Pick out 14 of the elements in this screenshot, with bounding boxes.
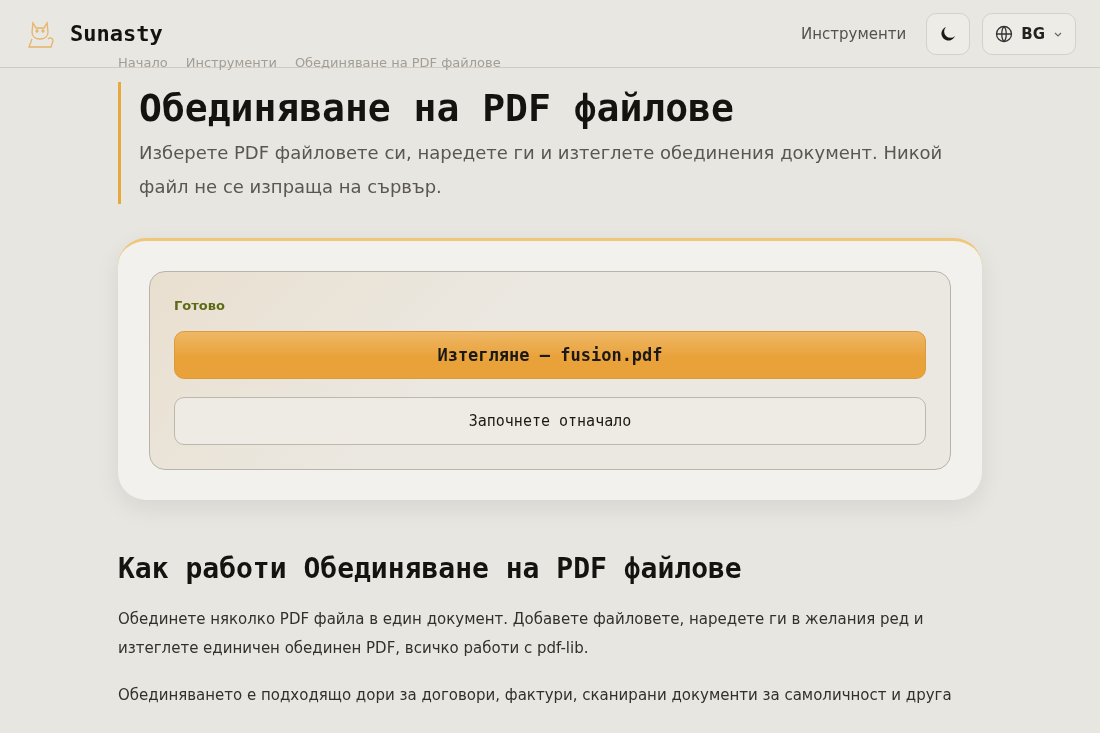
moon-icon	[940, 25, 957, 42]
page-title: Обединяване на PDF файлове	[139, 85, 735, 132]
page-subtitle: Изберете PDF файловете си, наредете ги и изтеглете обединения документ. Никой файл не се изпраща на сървър.	[139, 141, 944, 199]
nav-link[interactable]: Инструменти	[801, 24, 907, 43]
status-text: Готово	[174, 298, 226, 313]
body-paragraph: Обединете няколко PDF файла в един документ. Добавете файловете, наредете ги в желания ред и изтеглете единичен обединен PDF, всичко работи с pdf-lib.	[118, 609, 925, 659]
theme-toggle-button[interactable]	[926, 12, 971, 55]
restart-button[interactable]: Започнете отначало	[174, 397, 926, 445]
language-button[interactable]: BG	[982, 12, 1076, 55]
download-button[interactable]: Изтегляне — fusion.pdf	[174, 331, 926, 379]
section-heading: Как работи Обединяване на PDF файлове	[118, 552, 743, 585]
globe-icon	[995, 24, 1014, 43]
body-paragraph: Обединяването е подходящо дори за договори, фактури, сканирани документи за самоличност и друга	[118, 685, 953, 706]
brand-name[interactable]: Sunasty	[70, 21, 163, 46]
